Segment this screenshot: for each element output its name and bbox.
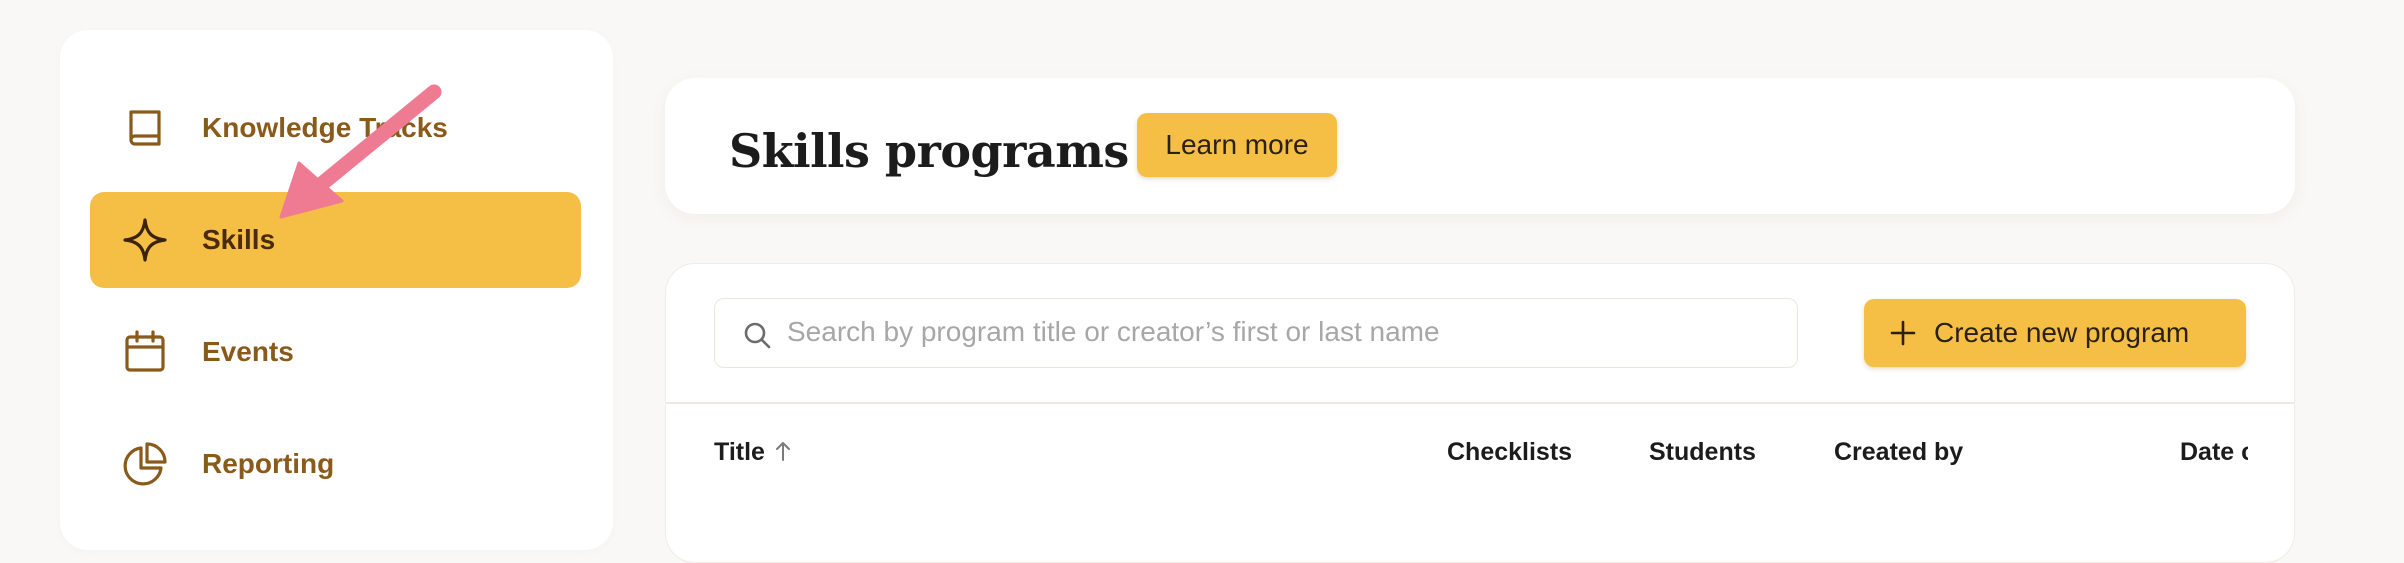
create-program-label: Create new program	[1934, 317, 2190, 348]
sidebar-item-events[interactable]: Events	[90, 304, 581, 400]
column-header-label: Title	[714, 438, 765, 466]
search-box[interactable]	[714, 298, 1798, 368]
sidebar-item-label: Events	[202, 336, 294, 367]
create-program-button[interactable]: Create new program	[1864, 299, 2246, 367]
programs-panel: Create new program Title Checklists Stud…	[665, 263, 2295, 563]
sidebar: Knowledge Tracks Skills Events Reporting	[60, 30, 613, 550]
page-header: Skills programs Learn more	[665, 78, 2295, 214]
sidebar-item-reporting[interactable]: Reporting	[90, 416, 581, 512]
column-header-clip: Date c	[1666, 434, 2248, 474]
learn-more-button[interactable]: Learn more	[1137, 113, 1337, 177]
plus-icon	[1890, 320, 1916, 346]
sidebar-item-label: Knowledge Tracks	[202, 112, 448, 143]
sidebar-item-label: Skills	[202, 224, 276, 255]
sidebar-item-knowledge-tracks[interactable]: Knowledge Tracks	[90, 80, 581, 176]
pie-chart-icon	[123, 442, 167, 486]
sparkle-icon	[123, 218, 167, 262]
search-icon	[744, 322, 771, 349]
column-header-date[interactable]: Date c	[2180, 438, 2248, 467]
divider	[666, 402, 2294, 404]
page-title: Skills programs	[729, 124, 1129, 178]
sort-ascending-icon	[775, 442, 790, 461]
column-header-checklists[interactable]: Checklists	[1447, 438, 1572, 467]
sidebar-item-skills[interactable]: Skills	[90, 192, 581, 288]
column-header-title[interactable]: Title	[714, 438, 791, 467]
search-input[interactable]	[787, 299, 1777, 365]
book-icon	[129, 110, 161, 146]
sidebar-item-label: Reporting	[202, 448, 335, 479]
calendar-icon	[125, 330, 165, 372]
